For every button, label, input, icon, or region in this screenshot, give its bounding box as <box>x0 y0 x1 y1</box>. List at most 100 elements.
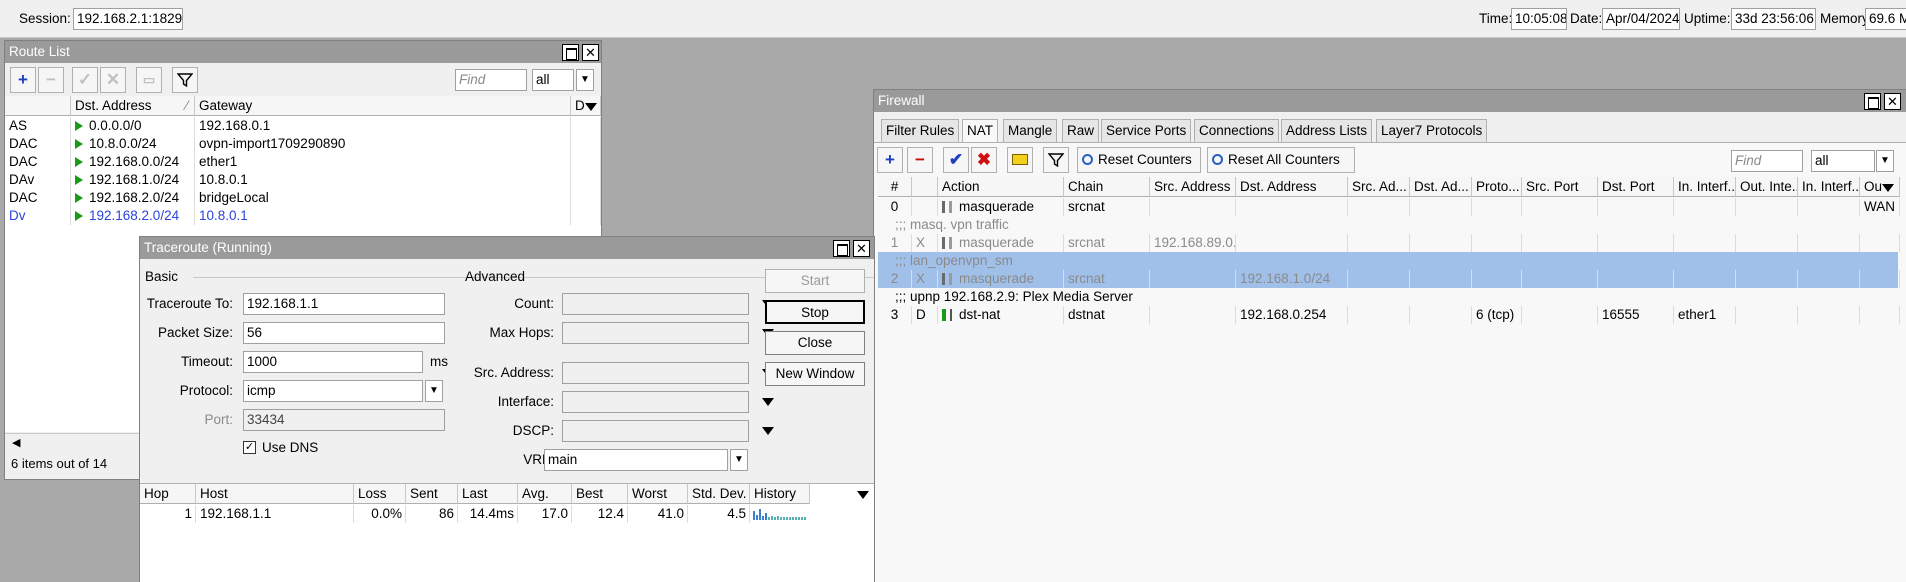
route-col-gateway[interactable]: Gateway <box>195 96 571 116</box>
firewall-titlebar[interactable]: Firewall <box>874 90 1906 112</box>
firewall-col-12[interactable]: Out. Inte... <box>1736 177 1798 197</box>
src-address-input[interactable] <box>562 362 749 384</box>
table-row[interactable]: AS 0.0.0.0/0 192.168.0.1 <box>5 117 601 135</box>
reset-all-counters-button[interactable]: Reset All Counters <box>1207 147 1355 173</box>
close-icon[interactable] <box>853 240 870 257</box>
protocol-dropdown[interactable]: ▼ <box>425 380 443 402</box>
interface-input[interactable] <box>562 391 749 413</box>
firewall-col-11[interactable]: In. Interf... <box>1674 177 1736 197</box>
firewall-col-0[interactable]: # <box>878 177 912 197</box>
enable-route-button[interactable]: ✓ <box>72 67 98 93</box>
close-icon[interactable] <box>582 44 599 61</box>
filter-button[interactable] <box>1043 147 1069 173</box>
enable-rule-button[interactable]: ✔ <box>943 147 969 173</box>
dscp-dropdown-icon[interactable] <box>762 427 774 435</box>
firewall-find-input[interactable]: Find <box>1731 150 1803 172</box>
columns-dropdown-icon[interactable] <box>1882 184 1894 192</box>
table-row[interactable]: DAC 10.8.0.0/24 ovpn-import1709290890 <box>5 135 601 153</box>
route-find-input[interactable]: Find <box>455 69 527 91</box>
firewall-col-7[interactable]: Dst. Ad... <box>1410 177 1472 197</box>
firewall-col-10[interactable]: Dst. Port <box>1598 177 1674 197</box>
session-field[interactable]: 192.168.2.1:18291 <box>73 8 183 30</box>
tab-connections[interactable]: Connections <box>1194 119 1280 143</box>
traceroute-col-3[interactable]: Sent <box>406 484 458 504</box>
scroll-left-icon[interactable]: ◀ <box>12 436 20 449</box>
stop-button[interactable]: Stop <box>765 300 865 324</box>
interface-dropdown-icon[interactable] <box>762 398 774 406</box>
vrf-select[interactable]: main <box>544 449 728 471</box>
firewall-col-13[interactable]: In. Interf... <box>1798 177 1860 197</box>
traceroute-col-0[interactable]: Hop <box>140 484 196 504</box>
comment-rule-button[interactable] <box>1007 147 1033 173</box>
firewall-col-4[interactable]: Src. Address <box>1150 177 1236 197</box>
packet-size-input[interactable]: 56 <box>243 322 445 344</box>
new-window-button[interactable]: New Window <box>765 362 865 386</box>
max-hops-input[interactable] <box>562 322 749 344</box>
dscp-input[interactable] <box>562 420 749 442</box>
table-row[interactable]: DAv 192.168.1.0/24 10.8.0.1 <box>5 171 601 189</box>
traceroute-col-9[interactable]: History <box>750 484 810 504</box>
close-button[interactable]: Close <box>765 331 865 355</box>
firewall-filter-dropdown[interactable]: ▼ <box>1876 150 1894 172</box>
firewall-col-8[interactable]: Proto... <box>1472 177 1522 197</box>
port-input[interactable]: 33434 <box>243 409 445 431</box>
table-row[interactable]: DAC 192.168.2.0/24 bridgeLocal <box>5 189 601 207</box>
route-list-titlebar[interactable]: Route List <box>5 41 601 63</box>
disable-route-button[interactable]: ✕ <box>100 67 126 93</box>
maximize-icon[interactable] <box>1864 93 1881 110</box>
timeout-input[interactable]: 1000 <box>243 351 423 373</box>
firewall-col-14[interactable]: Ou <box>1860 177 1900 197</box>
protocol-select[interactable]: icmp <box>243 380 423 402</box>
tab-filter-rules[interactable]: Filter Rules <box>881 119 960 143</box>
firewall-col-9[interactable]: Src. Port <box>1522 177 1598 197</box>
comment-row[interactable] <box>878 252 1898 270</box>
vrf-dropdown[interactable]: ▼ <box>730 449 748 471</box>
add-route-button[interactable]: + <box>10 67 36 93</box>
route-filter-select[interactable]: all <box>532 69 574 91</box>
start-button[interactable]: Start <box>765 269 865 293</box>
traceroute-col-8[interactable]: Std. Dev. <box>688 484 750 504</box>
traceroute-titlebar[interactable]: Traceroute (Running) <box>140 237 874 259</box>
route-col-dst[interactable]: Dst. Address ⁄ <box>71 96 195 116</box>
disable-rule-button[interactable]: ✖ <box>971 147 997 173</box>
maximize-icon[interactable] <box>562 44 579 61</box>
route-filter-dropdown[interactable]: ▼ <box>576 69 594 91</box>
close-icon[interactable] <box>1884 93 1901 110</box>
columns-dropdown-icon[interactable] <box>857 491 869 499</box>
firewall-col-1[interactable] <box>912 177 938 197</box>
columns-dropdown-icon[interactable] <box>585 103 597 111</box>
remove-route-button[interactable]: − <box>38 67 64 93</box>
add-rule-button[interactable]: + <box>877 147 903 173</box>
traceroute-col-7[interactable]: Worst <box>628 484 688 504</box>
firewall-col-3[interactable]: Chain <box>1064 177 1150 197</box>
tab-service-ports[interactable]: Service Ports <box>1101 119 1192 143</box>
reset-counters-button[interactable]: Reset Counters <box>1077 147 1201 173</box>
tab-address-lists[interactable]: Address Lists <box>1281 119 1373 143</box>
table-row[interactable]: Dv 192.168.2.0/24 10.8.0.1 <box>5 207 601 225</box>
maximize-icon[interactable] <box>833 240 850 257</box>
use-dns-label: Use DNS <box>262 440 319 455</box>
firewall-col-5[interactable]: Dst. Address <box>1236 177 1348 197</box>
filter-button[interactable] <box>172 67 198 93</box>
firewall-col-6[interactable]: Src. Ad... <box>1348 177 1410 197</box>
tab-nat[interactable]: NAT <box>962 119 998 143</box>
comment-route-button[interactable]: ▭ <box>136 67 162 93</box>
traceroute-col-6[interactable]: Best <box>572 484 628 504</box>
firewall-filter-select[interactable]: all <box>1811 150 1875 172</box>
firewall-col-2[interactable]: Action <box>938 177 1064 197</box>
traceroute-col-2[interactable]: Loss <box>354 484 406 504</box>
traceroute-to-input[interactable]: 192.168.1.1 <box>243 293 445 315</box>
count-input[interactable] <box>562 293 749 315</box>
use-dns-checkbox[interactable]: ✓ <box>243 441 256 454</box>
table-row[interactable]: DAC 192.168.0.0/24 ether1 <box>5 153 601 171</box>
traceroute-col-5[interactable]: Avg. <box>518 484 572 504</box>
interface-label: Interface: <box>497 394 554 409</box>
traceroute-col-4[interactable]: Last <box>458 484 518 504</box>
remove-rule-button[interactable]: − <box>907 147 933 173</box>
comment-row[interactable] <box>878 216 1898 234</box>
tab-mangle[interactable]: Mangle <box>1003 119 1058 143</box>
traceroute-col-1[interactable]: Host <box>196 484 354 504</box>
route-col-flags[interactable] <box>5 96 71 116</box>
tab-raw[interactable]: Raw <box>1062 119 1100 143</box>
tab-layer7-protocols[interactable]: Layer7 Protocols <box>1376 119 1488 143</box>
